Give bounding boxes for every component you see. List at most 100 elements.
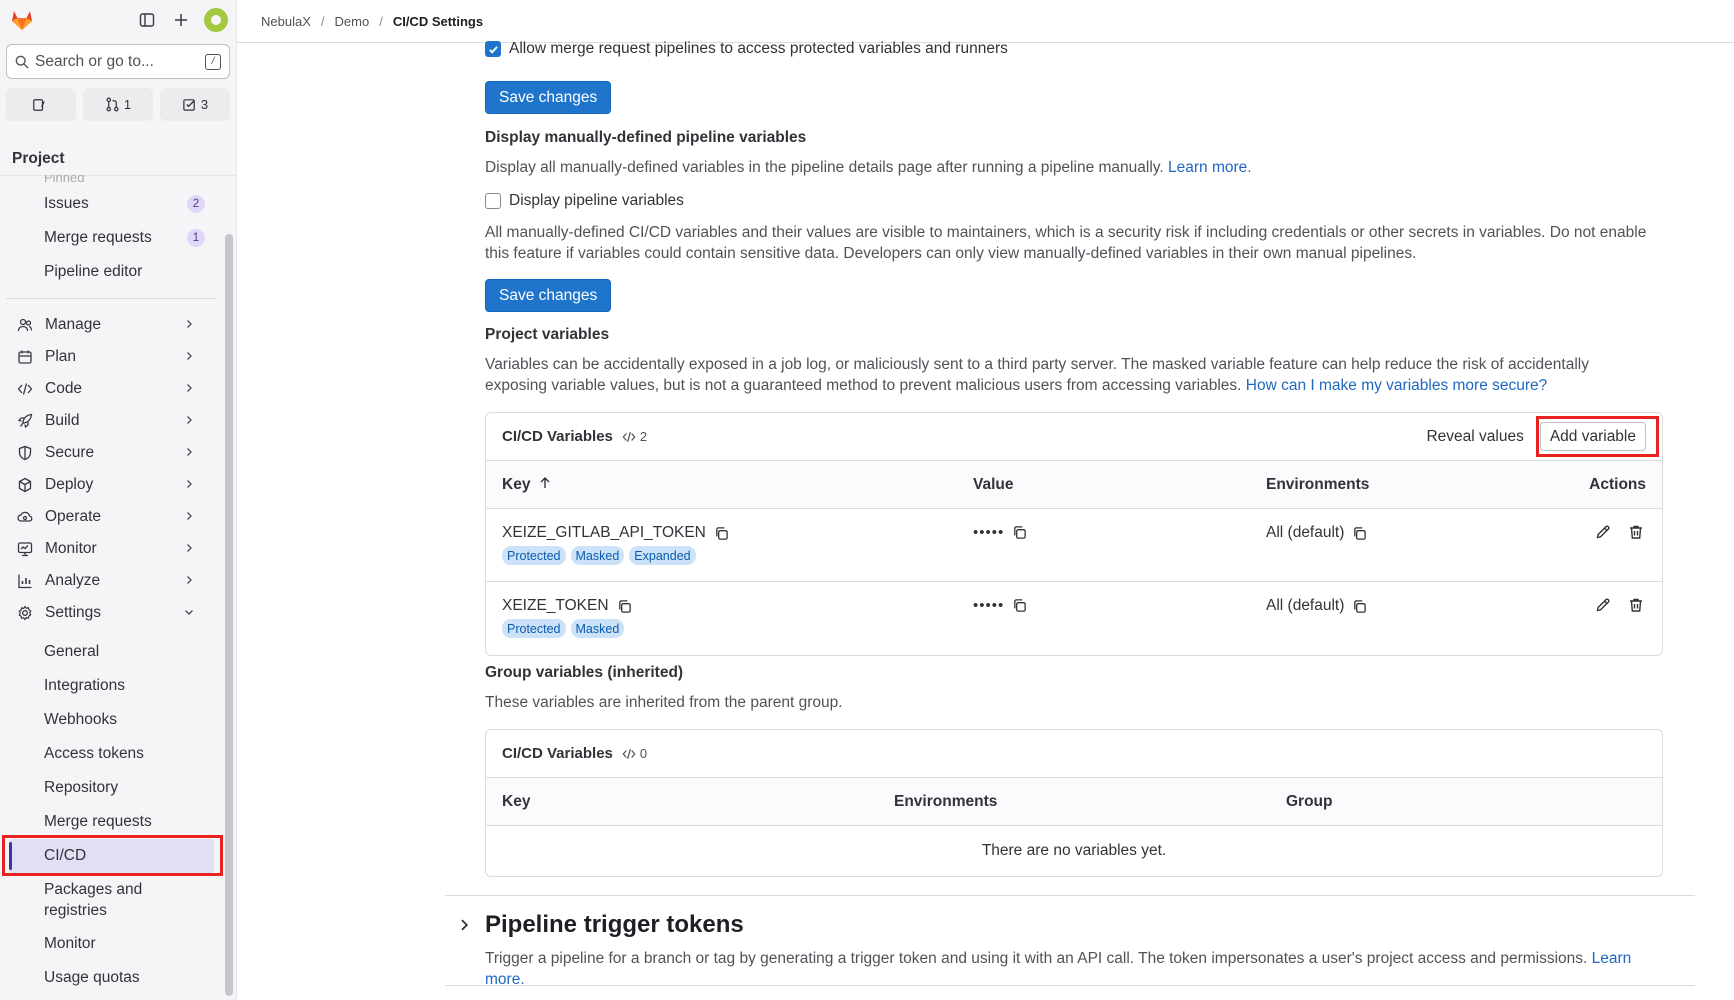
chart-icon xyxy=(16,572,34,590)
merge-requests-badge: 1 xyxy=(187,229,205,247)
masked-value: ••••• xyxy=(973,597,1005,614)
copy-icon[interactable] xyxy=(617,599,632,614)
project-vars-description: Variables can be accidentally exposed in… xyxy=(485,356,1589,394)
chevron-down-icon xyxy=(184,604,194,622)
masked-badge: Masked xyxy=(570,546,625,565)
sidebar-nav: Pinned Issues 2 Merge requests 1 Pipelin… xyxy=(0,175,222,995)
sidebar-group-plan[interactable]: Plan xyxy=(0,341,222,373)
reveal-values-toggle[interactable]: Reveal values xyxy=(1426,428,1523,446)
pinned-heading[interactable]: Pinned xyxy=(44,175,222,187)
sidebar-item-general[interactable]: General xyxy=(0,635,222,669)
variable-key: XEIZE_TOKEN xyxy=(502,597,609,614)
protected-badge: Protected xyxy=(502,546,566,565)
sidebar-top xyxy=(0,0,236,40)
user-counters: 1 3 xyxy=(6,88,230,121)
chevron-right-icon xyxy=(184,444,194,462)
expanded-badge: Expanded xyxy=(629,546,696,565)
search-shortcut: / xyxy=(205,53,221,70)
sidebar-item-usage-quotas[interactable]: Usage quotas xyxy=(0,961,222,995)
save-changes-button[interactable]: Save changes xyxy=(485,81,612,114)
sidebar-item-repository[interactable]: Repository xyxy=(0,771,222,805)
chevron-right-icon xyxy=(184,476,194,494)
protected-badge: Protected xyxy=(502,619,566,638)
environment-value: All (default) xyxy=(1266,524,1345,541)
trash-icon[interactable] xyxy=(1628,524,1644,540)
allow-mr-pipelines-checkbox[interactable] xyxy=(485,41,501,57)
sidebar-item-integrations[interactable]: Integrations xyxy=(0,669,222,703)
search-placeholder: Search or go to... xyxy=(35,52,154,70)
trigger-tokens-title[interactable]: Pipeline trigger tokens xyxy=(485,911,744,939)
sidebar-item-webhooks[interactable]: Webhooks xyxy=(0,703,222,737)
search-input[interactable]: Search or go to... / xyxy=(6,44,230,79)
sidebar-group-operate[interactable]: Operate xyxy=(0,501,222,533)
avatar[interactable] xyxy=(204,8,228,32)
save-changes-button-2[interactable]: Save changes xyxy=(485,279,612,312)
table-row: XEIZE_TOKEN Protected Masked ••••• All (… xyxy=(486,582,1662,655)
chevron-right-icon xyxy=(184,380,194,398)
allow-mr-pipelines-label: Allow merge request pipelines to access … xyxy=(509,40,1008,57)
gitlab-logo-icon[interactable] xyxy=(10,8,34,32)
rocket-icon xyxy=(16,412,34,430)
add-variable-button[interactable]: Add variable xyxy=(1539,422,1646,451)
copy-icon[interactable] xyxy=(714,526,729,541)
sidebar-item-settings-merge-requests[interactable]: Merge requests xyxy=(0,805,222,839)
project-variables-table-header: Key Value Environments Actions xyxy=(486,461,1662,509)
sidebar-group-monitor[interactable]: Monitor xyxy=(0,533,222,565)
todos-counter-button[interactable]: 3 xyxy=(160,88,230,121)
code-icon xyxy=(622,431,636,442)
display-vars-warning: All manually-defined CI/CD variables and… xyxy=(485,224,1647,262)
merge-request-icon xyxy=(106,97,119,112)
chevron-right-icon xyxy=(184,572,194,590)
users-icon xyxy=(16,316,34,334)
key-column-header[interactable]: Key xyxy=(502,476,973,494)
trigger-tokens-description: Trigger a pipeline for a branch or tag b… xyxy=(485,950,1632,988)
gear-icon xyxy=(16,604,34,622)
sidebar-group-deploy[interactable]: Deploy xyxy=(0,469,222,501)
sidebar-group-build[interactable]: Build xyxy=(0,405,222,437)
trash-icon[interactable] xyxy=(1628,597,1644,613)
sidebar-item-cicd[interactable]: CI/CD xyxy=(9,839,214,873)
sidebar-group-manage[interactable]: Manage xyxy=(0,309,222,341)
copy-icon[interactable] xyxy=(1012,598,1027,613)
environment-value: All (default) xyxy=(1266,597,1345,614)
group-vars-description: These variables are inherited from the p… xyxy=(485,694,843,711)
sidebar-item-pipeline-editor[interactable]: Pipeline editor xyxy=(0,255,222,289)
sidebar-group-secure[interactable]: Secure xyxy=(0,437,222,469)
toggle-sidebar-icon[interactable] xyxy=(136,9,158,31)
copy-icon[interactable] xyxy=(1352,526,1367,541)
table-row: XEIZE_GITLAB_API_TOKEN Protected Masked … xyxy=(486,509,1662,582)
project-vars-title: Project variables xyxy=(485,326,610,343)
merge-requests-counter-button[interactable]: 1 xyxy=(83,88,153,121)
pencil-icon[interactable] xyxy=(1595,597,1611,613)
display-pipeline-variables-checkbox[interactable] xyxy=(485,193,501,209)
learn-more-link[interactable]: Learn more. xyxy=(1168,159,1252,176)
copy-icon[interactable] xyxy=(1352,599,1367,614)
project-variables-card: CI/CD Variables 2 Reveal values Add vari… xyxy=(485,412,1663,656)
sidebar-scrollbar[interactable] xyxy=(225,234,233,996)
sidebar-item-merge-requests[interactable]: Merge requests 1 xyxy=(0,221,222,255)
sidebar-group-settings[interactable]: Settings xyxy=(0,597,222,629)
todo-icon xyxy=(183,99,195,111)
sidebar-item-settings-monitor[interactable]: Monitor xyxy=(0,927,222,961)
pencil-icon[interactable] xyxy=(1595,524,1611,540)
code-icon xyxy=(16,380,34,398)
masked-value: ••••• xyxy=(973,524,1005,541)
breadcrumb-demo[interactable]: Demo xyxy=(335,14,370,29)
sidebar-group-analyze[interactable]: Analyze xyxy=(0,565,222,597)
sidebar: Search or go to... / 1 3 Project Pinned … xyxy=(0,0,237,1000)
sidebar-item-packages-registries[interactable]: Packages and registries xyxy=(0,873,222,927)
variable-key: XEIZE_GITLAB_API_TOKEN xyxy=(502,524,706,541)
chevron-right-icon xyxy=(184,348,194,366)
issues-counter-button[interactable] xyxy=(6,88,76,121)
copy-icon[interactable] xyxy=(1012,525,1027,540)
sidebar-item-access-tokens[interactable]: Access tokens xyxy=(0,737,222,771)
chevron-right-icon xyxy=(461,919,469,931)
breadcrumb-current[interactable]: CI/CD Settings xyxy=(393,14,483,29)
plus-icon[interactable] xyxy=(170,9,192,31)
sidebar-group-code[interactable]: Code xyxy=(0,373,222,405)
sidebar-item-issues[interactable]: Issues 2 xyxy=(0,187,222,221)
secure-variables-link[interactable]: How can I make my variables more secure? xyxy=(1246,377,1548,394)
trigger-tokens-expand-toggle[interactable] xyxy=(457,918,471,937)
issues-icon xyxy=(33,98,45,111)
breadcrumb-nebulax[interactable]: NebulaX xyxy=(261,14,311,29)
